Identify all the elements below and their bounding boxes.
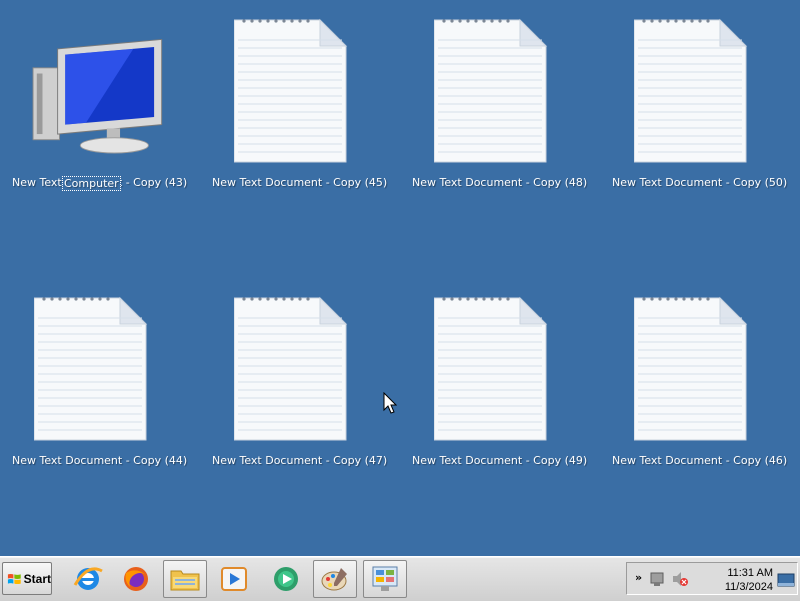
taskbar: Start » 11:31 AM 11/3/2024: [0, 556, 800, 601]
internet-explorer-icon: [73, 567, 103, 590]
desktop-icon-text-document[interactable]: New Text Document - Copy (49): [400, 278, 587, 467]
desktop-icon-label: New Text Document - Copy (46): [612, 454, 788, 467]
desktop: New Text Document - Copy (43) Computer: [0, 0, 800, 556]
taskbar-file-explorer[interactable]: [163, 560, 207, 598]
desktop-icon-label: New Text Document - Copy (44): [12, 454, 188, 467]
desktop-icon-text-document[interactable]: New Text Document - Copy (50): [600, 0, 787, 189]
desktop-icon-text-document[interactable]: New Text Document - Copy (48): [400, 0, 587, 189]
start-label: Start: [23, 571, 51, 586]
text-document-icon: [434, 296, 548, 441]
show-desktop-icon[interactable]: [777, 571, 795, 589]
taskbar-firefox[interactable]: [114, 560, 158, 598]
clock-date[interactable]: 11/3/2024: [725, 581, 773, 593]
windows-logo-icon: [7, 573, 21, 584]
desktop-icon-text-document[interactable]: New Text Document - Copy (45): [200, 0, 387, 189]
file-explorer-icon: [170, 570, 200, 591]
desktop-icon-text-document[interactable]: New Text Document - Copy (46): [600, 278, 787, 467]
network-icon[interactable]: [649, 570, 667, 588]
text-document-icon: [434, 18, 548, 163]
computer-icon: [32, 38, 163, 154]
taskbar-media-center[interactable]: [264, 560, 308, 598]
desktop-icon-label: New Text Document - Copy (45): [212, 176, 388, 189]
system-tray: » 11:31 AM 11/3/2024: [626, 562, 798, 595]
taskbar-paint[interactable]: [313, 560, 357, 598]
text-document-icon: [634, 18, 748, 163]
start-button[interactable]: Start: [2, 562, 52, 595]
mouse-cursor-icon: [383, 392, 397, 414]
control-panel-icon: [372, 566, 398, 591]
show-hidden-icons-button[interactable]: »: [635, 571, 642, 584]
paint-icon: [321, 568, 347, 591]
text-document-icon: [634, 296, 748, 441]
media-player-icon: [221, 567, 247, 591]
desktop-icon-computer[interactable]: New Text Document - Copy (43) Computer: [0, 0, 187, 191]
text-document-icon: [234, 18, 348, 163]
taskbar-internet-explorer[interactable]: [66, 560, 110, 598]
desktop-icon-label: New Text Document - Copy (50): [612, 176, 788, 189]
taskbar-control-panel[interactable]: [363, 560, 407, 598]
firefox-icon: [124, 567, 148, 591]
desktop-icon-label: New Text Document - Copy (48): [412, 176, 588, 189]
taskbar-media-player[interactable]: [212, 560, 256, 598]
clock-time[interactable]: 11:31 AM: [727, 567, 773, 579]
volume-muted-icon[interactable]: [671, 570, 689, 588]
desktop-icon-label: New Text Document - Copy (49): [412, 454, 588, 467]
desktop-icon-text-document[interactable]: New Text Document - Copy (44): [0, 278, 187, 467]
overlay-text: Computer: [62, 176, 121, 191]
desktop-icon-text-document[interactable]: New Text Document - Copy (47): [200, 278, 387, 467]
text-document-icon: [234, 296, 348, 441]
tooltip-overlay: Computer: [0, 176, 180, 191]
text-document-icon: [34, 296, 148, 441]
media-center-icon: [274, 567, 298, 591]
desktop-icon-label: New Text Document - Copy (47): [212, 454, 388, 467]
